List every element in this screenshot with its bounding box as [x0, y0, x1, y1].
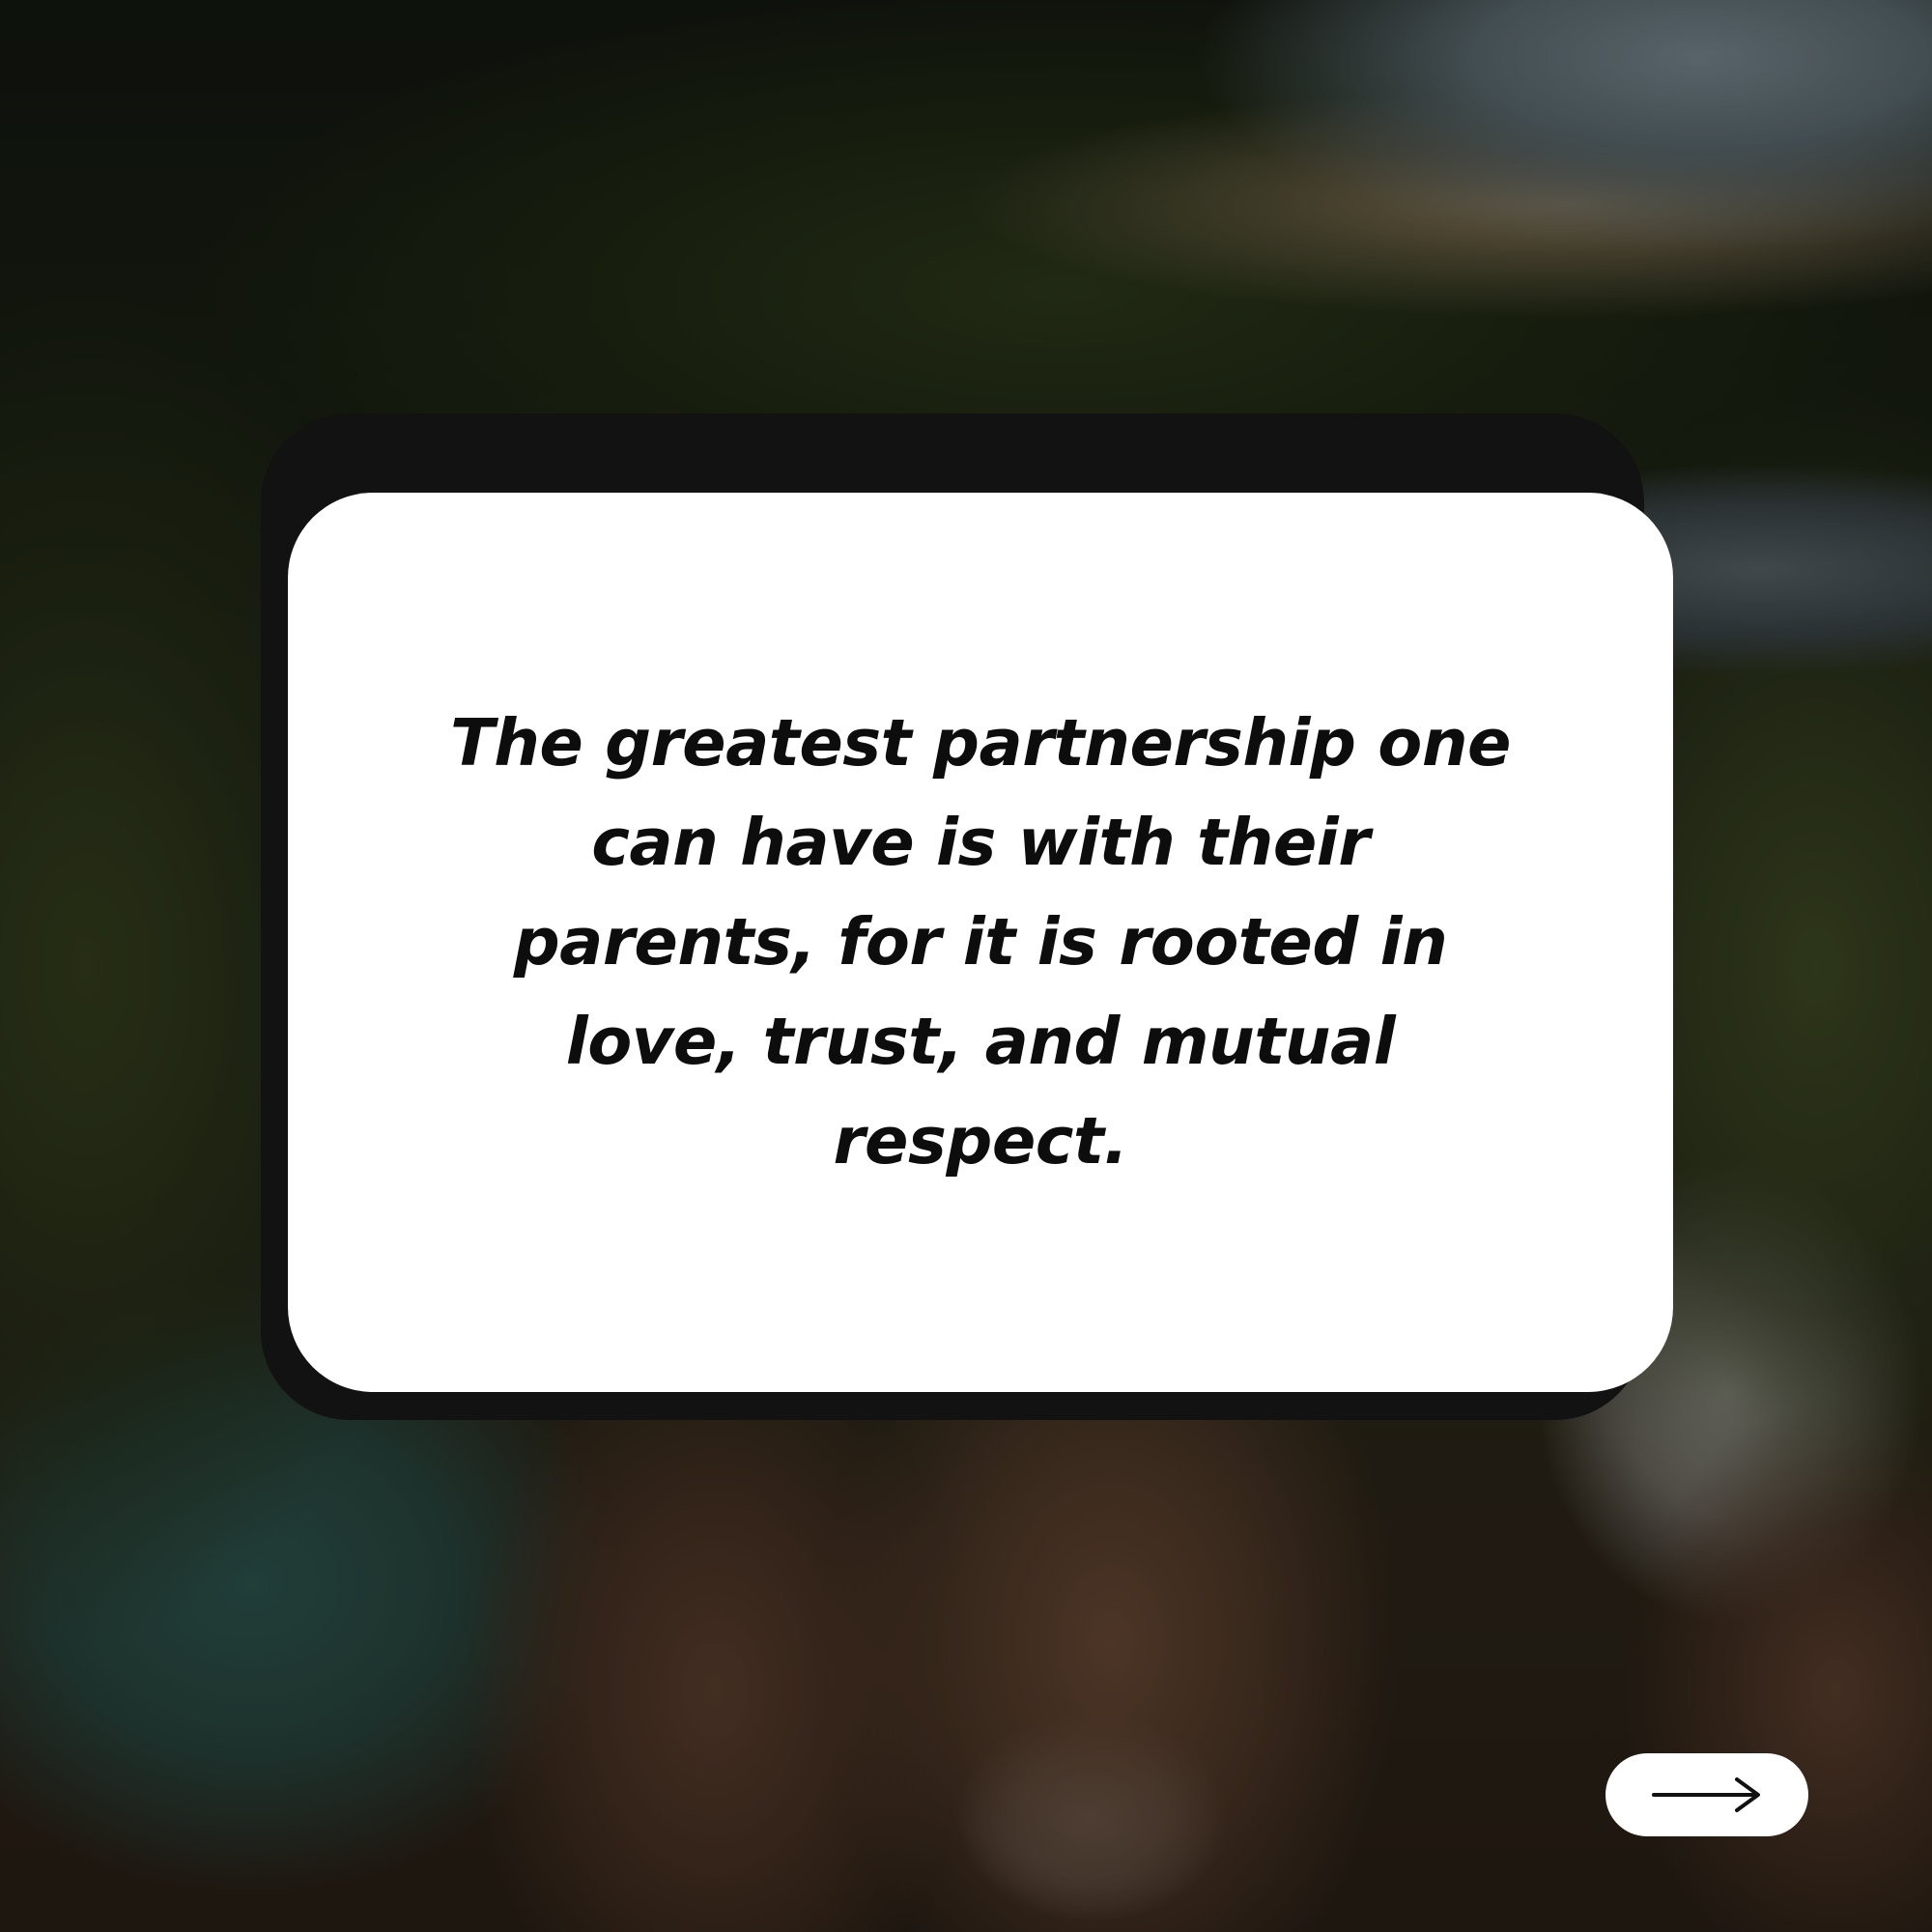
next-button[interactable]	[1605, 1753, 1808, 1836]
arrow-right-icon	[1652, 1777, 1760, 1812]
quote-text: The greatest partnership one can have is…	[450, 705, 1511, 1179]
slide: The greatest partnership one can have is…	[0, 0, 1932, 1932]
quote-card: The greatest partnership one can have is…	[288, 493, 1673, 1392]
